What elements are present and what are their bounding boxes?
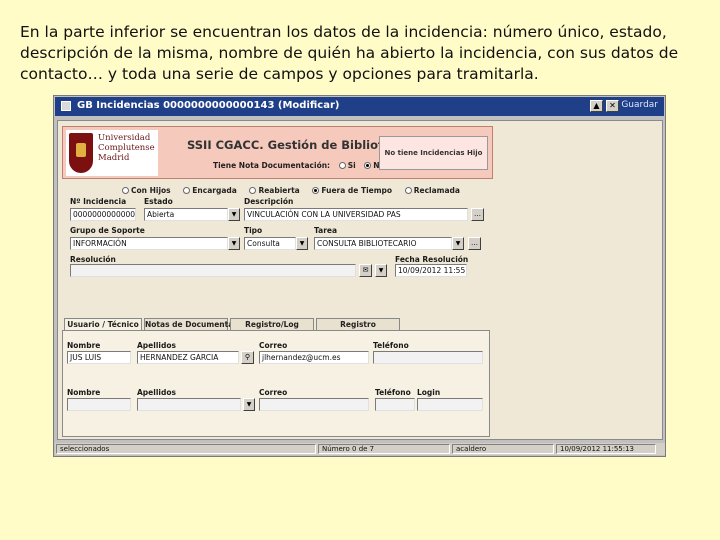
- con-hijos-radio[interactable]: [122, 187, 129, 194]
- resolucion-dropdown-icon[interactable]: ▼: [375, 264, 387, 277]
- status-bar: seleccionados Número 0 de 7 acaldero 10/…: [55, 443, 665, 455]
- encargada-label: Encargada: [192, 186, 237, 195]
- tab-panel-usuario: Nombre JUS LUIS Apellidos HERNANDEZ GARC…: [62, 330, 490, 437]
- tecnico-nombre-field[interactable]: [67, 398, 131, 411]
- status-usuario: acaldero: [452, 444, 554, 454]
- tipo-dropdown-icon[interactable]: ▼: [296, 237, 308, 250]
- descripcion-field[interactable]: VINCULACIÓN CON LA UNIVERSIDAD PAS: [244, 208, 468, 221]
- tecnico-telefono-label: Teléfono: [375, 388, 411, 397]
- fecha-resolucion-label: Fecha Resolución: [395, 255, 469, 264]
- nombre-label: Nombre: [67, 341, 101, 350]
- descripcion-more-button[interactable]: …: [471, 208, 484, 221]
- window-title: GB Incidencias 0000000000000143 (Modific…: [77, 100, 340, 111]
- telefono-field[interactable]: [373, 351, 483, 364]
- tecnico-apellidos-label: Apellidos: [137, 388, 176, 397]
- save-button[interactable]: Guardar: [621, 100, 658, 110]
- application-window: GB Incidencias 0000000000000143 (Modific…: [53, 95, 666, 457]
- status-fecha: 10/09/2012 11:55:13: [556, 444, 656, 454]
- nota-si-label: Si: [347, 161, 356, 170]
- num-incidencia-label: Nº Incidencia: [70, 197, 127, 206]
- grupo-soporte-select[interactable]: INFORMACIÓN: [70, 237, 228, 250]
- tarea-extra-button[interactable]: …: [468, 237, 481, 250]
- tecnico-correo-field[interactable]: [259, 398, 369, 411]
- nota-label: Tiene Nota Documentación:: [213, 161, 331, 170]
- system-title: SSII CGACC. Gestión de Biblioteca: [187, 138, 406, 152]
- nota-documentacion: Tiene Nota Documentación: Si No: [213, 161, 385, 170]
- tipo-label: Tipo: [244, 226, 263, 235]
- envelope-icon[interactable]: ✉: [359, 264, 372, 277]
- crest-icon: [69, 133, 93, 173]
- filter-options: Con Hijos Encargada Reabierta Fuera de T…: [122, 186, 470, 195]
- tarea-label: Tarea: [314, 226, 338, 235]
- nota-si-radio[interactable]: [338, 162, 346, 169]
- estado-label: Estado: [144, 197, 173, 206]
- tecnico-login-field[interactable]: [417, 398, 483, 411]
- window-titlebar: GB Incidencias 0000000000000143 (Modific…: [55, 97, 664, 116]
- status-seleccionados: seleccionados: [56, 444, 316, 454]
- tarea-select[interactable]: CONSULTA BIBLIOTECARIO: [314, 237, 452, 250]
- app-icon: [61, 101, 71, 111]
- tipo-select[interactable]: Consulta: [244, 237, 296, 250]
- correo-label: Correo: [259, 341, 288, 350]
- telefono-label: Teléfono: [373, 341, 409, 350]
- apellidos-field[interactable]: HERNANDEZ GARCIA: [137, 351, 239, 364]
- resolucion-label: Resolución: [70, 255, 116, 264]
- fecha-resolucion-field[interactable]: 10/09/2012 11:55:13: [395, 264, 467, 277]
- tecnico-login-label: Login: [417, 388, 441, 397]
- resolucion-field[interactable]: [70, 264, 356, 277]
- nombre-field[interactable]: JUS LUIS: [67, 351, 131, 364]
- reabierta-label: Reabierta: [258, 186, 300, 195]
- con-hijos-label: Con Hijos: [131, 186, 171, 195]
- nota-no-radio[interactable]: [364, 162, 372, 169]
- num-incidencia-field[interactable]: 0000000000000143: [70, 208, 136, 221]
- estado-select[interactable]: Abierta: [144, 208, 228, 221]
- incidence-form: Universidad Complutense Madrid SSII CGAC…: [57, 120, 663, 440]
- status-registro: Número 0 de 7: [318, 444, 450, 454]
- tecnico-nombre-label: Nombre: [67, 388, 101, 397]
- reclamada-radio[interactable]: [404, 187, 412, 194]
- minimize-icon[interactable]: ▲: [590, 100, 603, 112]
- tecnico-telefono-field[interactable]: [375, 398, 415, 411]
- tecnico-correo-label: Correo: [259, 388, 288, 397]
- university-name: Universidad Complutense Madrid: [98, 133, 155, 163]
- tecnico-dropdown-icon[interactable]: ▼: [243, 398, 255, 411]
- tecnico-apellidos-field[interactable]: [137, 398, 241, 411]
- search-icon[interactable]: ⚲: [241, 351, 254, 364]
- encargada-radio[interactable]: [183, 187, 191, 194]
- university-logo: Universidad Complutense Madrid: [66, 130, 158, 176]
- grupo-soporte-dropdown-icon[interactable]: ▼: [228, 237, 240, 250]
- caption-text: En la parte inferior se encuentran los d…: [20, 23, 679, 83]
- hijos-panel: No tiene Incidencias Hijo: [379, 136, 488, 170]
- close-icon[interactable]: ✕: [606, 100, 619, 112]
- apellidos-label: Apellidos: [137, 341, 176, 350]
- descripcion-label: Descripción: [244, 197, 294, 206]
- fuera-de-tiempo-radio[interactable]: [312, 187, 320, 194]
- fuera-de-tiempo-label: Fuera de Tiempo: [321, 186, 393, 195]
- estado-dropdown-icon[interactable]: ▼: [228, 208, 240, 221]
- reabierta-radio[interactable]: [249, 187, 257, 194]
- grupo-soporte-label: Grupo de Soporte: [70, 226, 145, 235]
- header-banner: Universidad Complutense Madrid SSII CGAC…: [62, 126, 493, 179]
- reclamada-label: Reclamada: [413, 186, 460, 195]
- tarea-dropdown-icon[interactable]: ▼: [452, 237, 464, 250]
- correo-field[interactable]: jlhernandez@ucm.es: [259, 351, 369, 364]
